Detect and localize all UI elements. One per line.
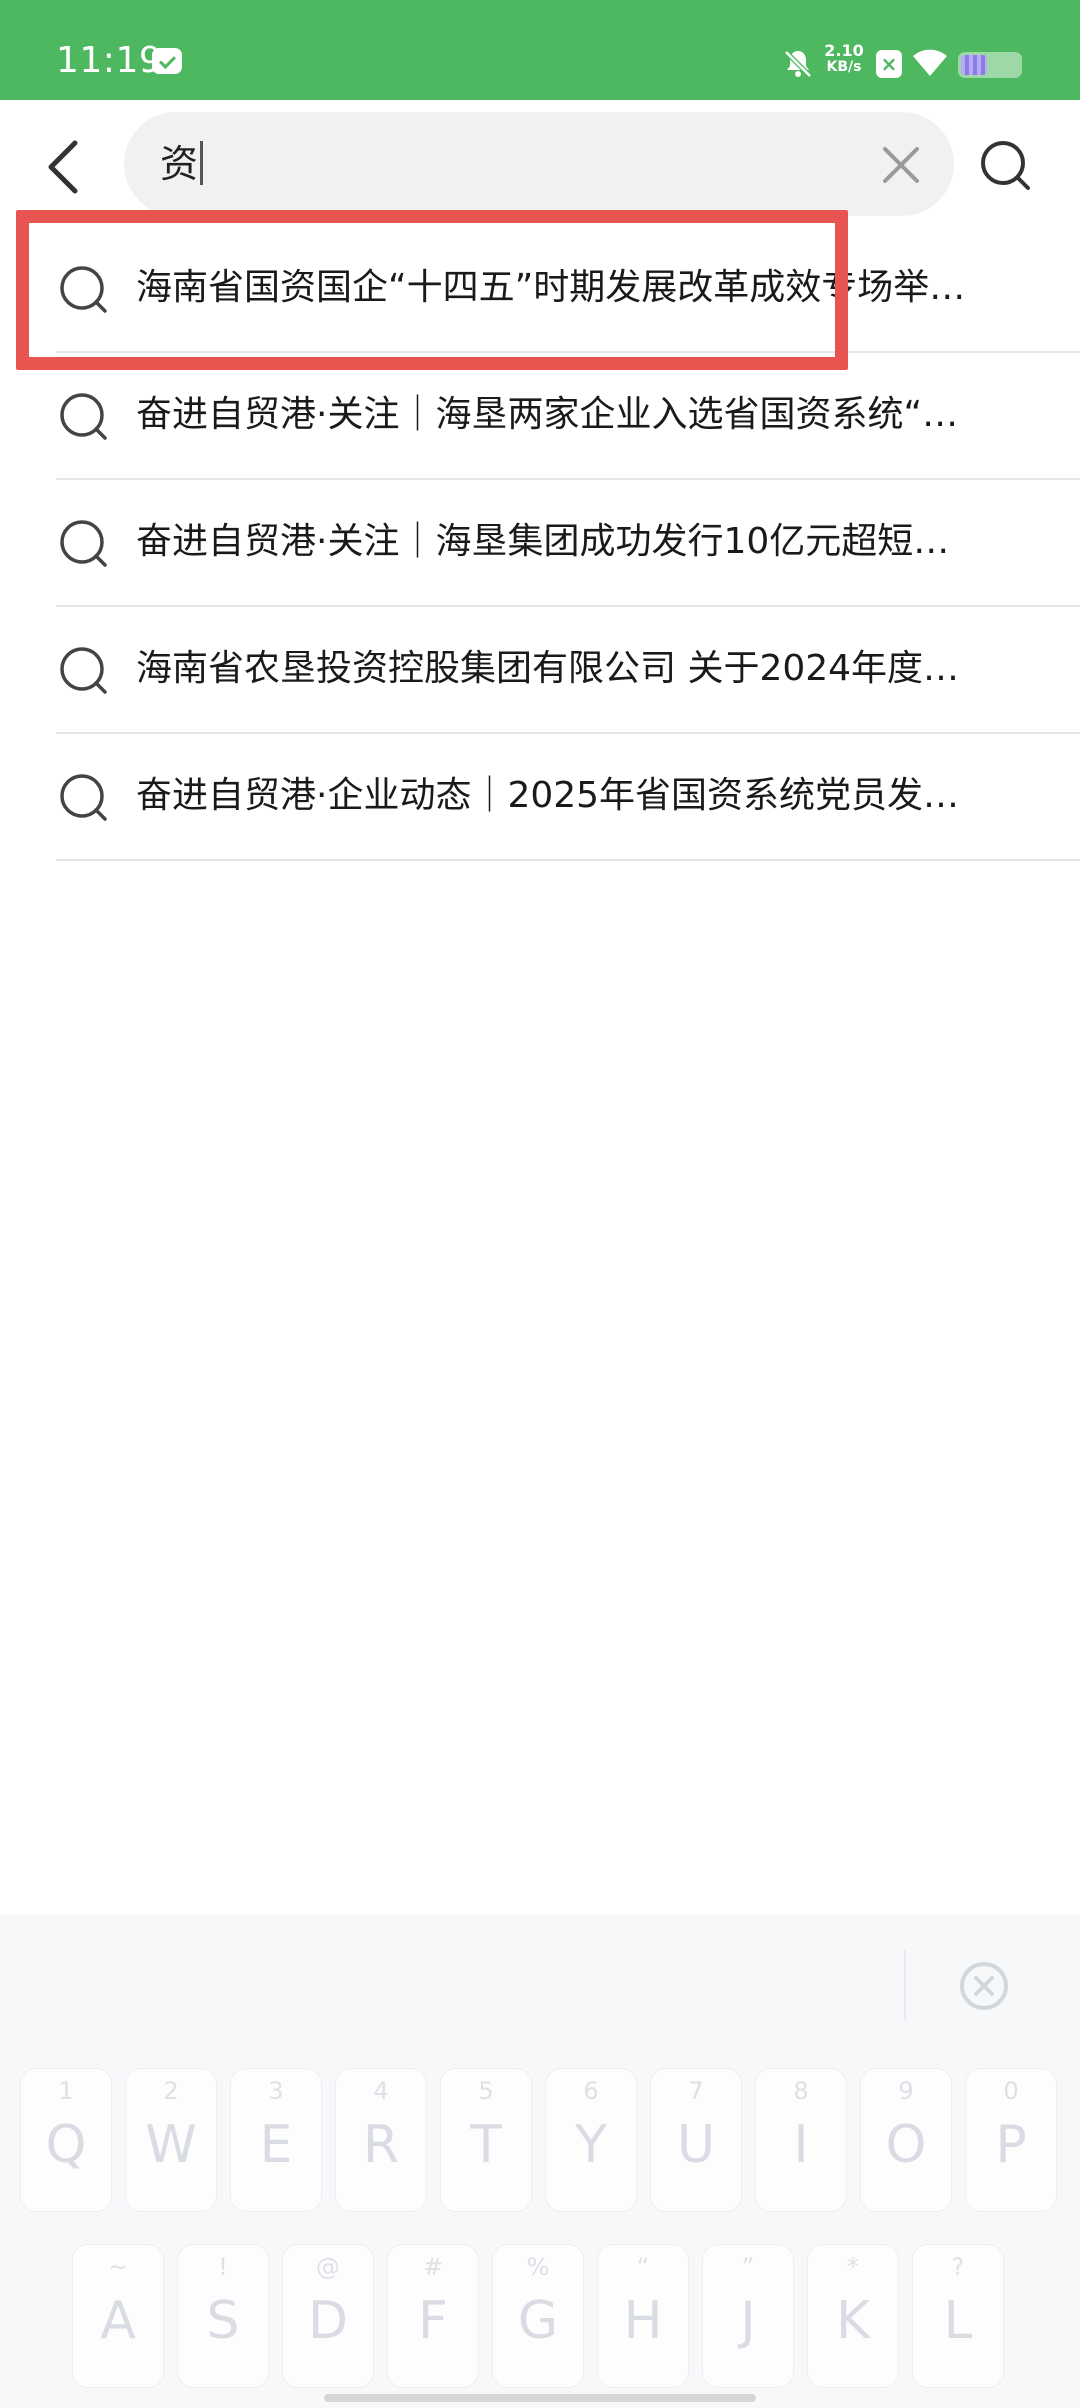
search-submit-button[interactable] — [974, 134, 1038, 198]
key-l[interactable]: ? L — [912, 2244, 1004, 2388]
text-caret — [200, 141, 204, 185]
key-label: I — [793, 2115, 809, 2175]
search-icon — [60, 266, 107, 313]
suggestion-item[interactable]: 奋进自贸港·关注｜海垦两家企业入选省国资系统“… — [56, 353, 1080, 480]
keyboard-toolbar — [0, 1914, 1080, 2064]
key-secondary-label: ” — [741, 2253, 755, 2281]
search-box[interactable]: 资 — [124, 112, 954, 216]
key-secondary-label: “ — [636, 2253, 650, 2281]
back-button[interactable] — [28, 132, 98, 202]
suggestion-item[interactable]: 奋进自贸港·企业动态｜2025年省国资系统党员发… — [56, 734, 1080, 861]
key-j[interactable]: ” J — [702, 2244, 794, 2388]
key-label: Q — [45, 2115, 87, 2175]
key-secondary-label: 3 — [268, 2077, 284, 2105]
key-label: K — [835, 2291, 871, 2351]
key-g[interactable]: % G — [492, 2244, 584, 2388]
key-secondary-label: 1 — [58, 2077, 74, 2105]
key-label: Y — [575, 2115, 607, 2175]
key-secondary-label: 5 — [478, 2077, 494, 2105]
key-label: W — [145, 2115, 197, 2175]
suggestion-text: 奋进自贸港·关注｜海垦集团成功发行10亿元超短… — [136, 521, 950, 562]
suggestion-text: 奋进自贸港·企业动态｜2025年省国资系统党员发… — [136, 775, 960, 816]
key-secondary-label: 6 — [583, 2077, 599, 2105]
battery-icon — [958, 52, 1022, 78]
toolbar-divider — [904, 1950, 906, 2020]
key-e[interactable]: 3E — [230, 2068, 322, 2212]
key-secondary-label: 4 — [373, 2077, 389, 2105]
key-q[interactable]: 1Q — [20, 2068, 112, 2212]
key-secondary-label: 0 — [1003, 2077, 1019, 2105]
key-k[interactable]: * K — [807, 2244, 899, 2388]
key-secondary-label: @ — [316, 2253, 340, 2281]
suggestion-list: 海南省国资国企“十四五”时期发展改革成效专场举… 奋进自贸港·关注｜海垦两家企业… — [0, 226, 1080, 861]
search-icon — [981, 141, 1030, 190]
key-i[interactable]: 8I — [755, 2068, 847, 2212]
wifi-icon — [913, 49, 947, 76]
key-h[interactable]: “H — [597, 2244, 689, 2388]
status-bar: 11:19 2.10 KB/s × — [0, 0, 1080, 100]
key-secondary-label: ? — [951, 2253, 965, 2281]
key-label: R — [362, 2115, 400, 2175]
key-d[interactable]: @ D — [282, 2244, 374, 2388]
key-secondary-label: 7 — [688, 2077, 704, 2105]
clear-button[interactable] — [876, 140, 926, 190]
suggestion-item[interactable]: 海南省农垦投资控股集团有限公司 关于2024年度… — [56, 607, 1080, 734]
key-label: O — [885, 2115, 927, 2175]
search-icon — [60, 520, 107, 567]
key-label: J — [740, 2291, 756, 2351]
key-label: U — [676, 2115, 716, 2175]
key-p[interactable]: 0P — [965, 2068, 1057, 2212]
key-label: L — [943, 2291, 973, 2351]
key-label: F — [418, 2291, 448, 2351]
key-r[interactable]: 4R — [335, 2068, 427, 2212]
suggestion-text: 奋进自贸港·关注｜海垦两家企业入选省国资系统“… — [136, 394, 959, 435]
key-label: E — [259, 2115, 293, 2175]
suggestion-text: 海南省国资国企“十四五”时期发展改革成效专场举… — [136, 267, 966, 308]
suggestion-text: 海南省农垦投资控股集团有限公司 关于2024年度… — [136, 648, 960, 689]
key-label: T — [470, 2115, 502, 2175]
key-o[interactable]: 9O — [860, 2068, 952, 2212]
key-secondary-label: 8 — [793, 2077, 809, 2105]
key-u[interactable]: 7U — [650, 2068, 742, 2212]
network-speed: 2.10 KB/s — [824, 41, 864, 75]
key-y[interactable]: 6Y — [545, 2068, 637, 2212]
search-icon — [60, 393, 107, 440]
soft-keyboard: 1Q2W3E4R5T6Y7U8I9O0P ~ A! S @ D # F% G “H” J * K? L — [0, 1914, 1080, 2408]
key-secondary-label: 9 — [898, 2077, 914, 2105]
key-label: S — [206, 2291, 240, 2351]
keyboard-close-button[interactable] — [954, 1956, 1014, 2016]
key-f[interactable]: # F — [387, 2244, 479, 2388]
suggestion-item[interactable]: 海南省国资国企“十四五”时期发展改革成效专场举… — [56, 226, 1080, 353]
key-secondary-label: 2 — [163, 2077, 179, 2105]
close-icon — [883, 147, 919, 183]
mute-icon — [784, 50, 812, 78]
key-t[interactable]: 5T — [440, 2068, 532, 2212]
search-icon — [60, 774, 107, 821]
home-indicator[interactable] — [324, 2394, 756, 2402]
key-label: D — [307, 2291, 349, 2351]
key-label: P — [995, 2115, 1027, 2175]
key-label: A — [100, 2291, 136, 2351]
suggestion-item[interactable]: 奋进自贸港·关注｜海垦集团成功发行10亿元超短… — [56, 480, 1080, 607]
key-secondary-label: # — [422, 2253, 444, 2281]
mail-icon — [152, 48, 182, 74]
x-app-icon: × — [876, 50, 902, 78]
key-secondary-label: * — [847, 2253, 859, 2281]
key-secondary-label: ~ — [107, 2253, 129, 2281]
status-time: 11:19 — [56, 40, 163, 81]
key-secondary-label: % — [526, 2253, 550, 2281]
chevron-left-icon — [48, 140, 78, 194]
key-secondary-label: ! — [218, 2253, 228, 2281]
key-s[interactable]: ! S — [177, 2244, 269, 2388]
search-icon — [60, 647, 107, 694]
search-header: 资 — [0, 100, 1080, 220]
close-circle-icon — [960, 1962, 1008, 2010]
key-a[interactable]: ~ A — [72, 2244, 164, 2388]
key-label: H — [623, 2291, 663, 2351]
search-input[interactable]: 资 — [160, 140, 204, 188]
key-label: G — [517, 2291, 559, 2351]
key-w[interactable]: 2W — [125, 2068, 217, 2212]
